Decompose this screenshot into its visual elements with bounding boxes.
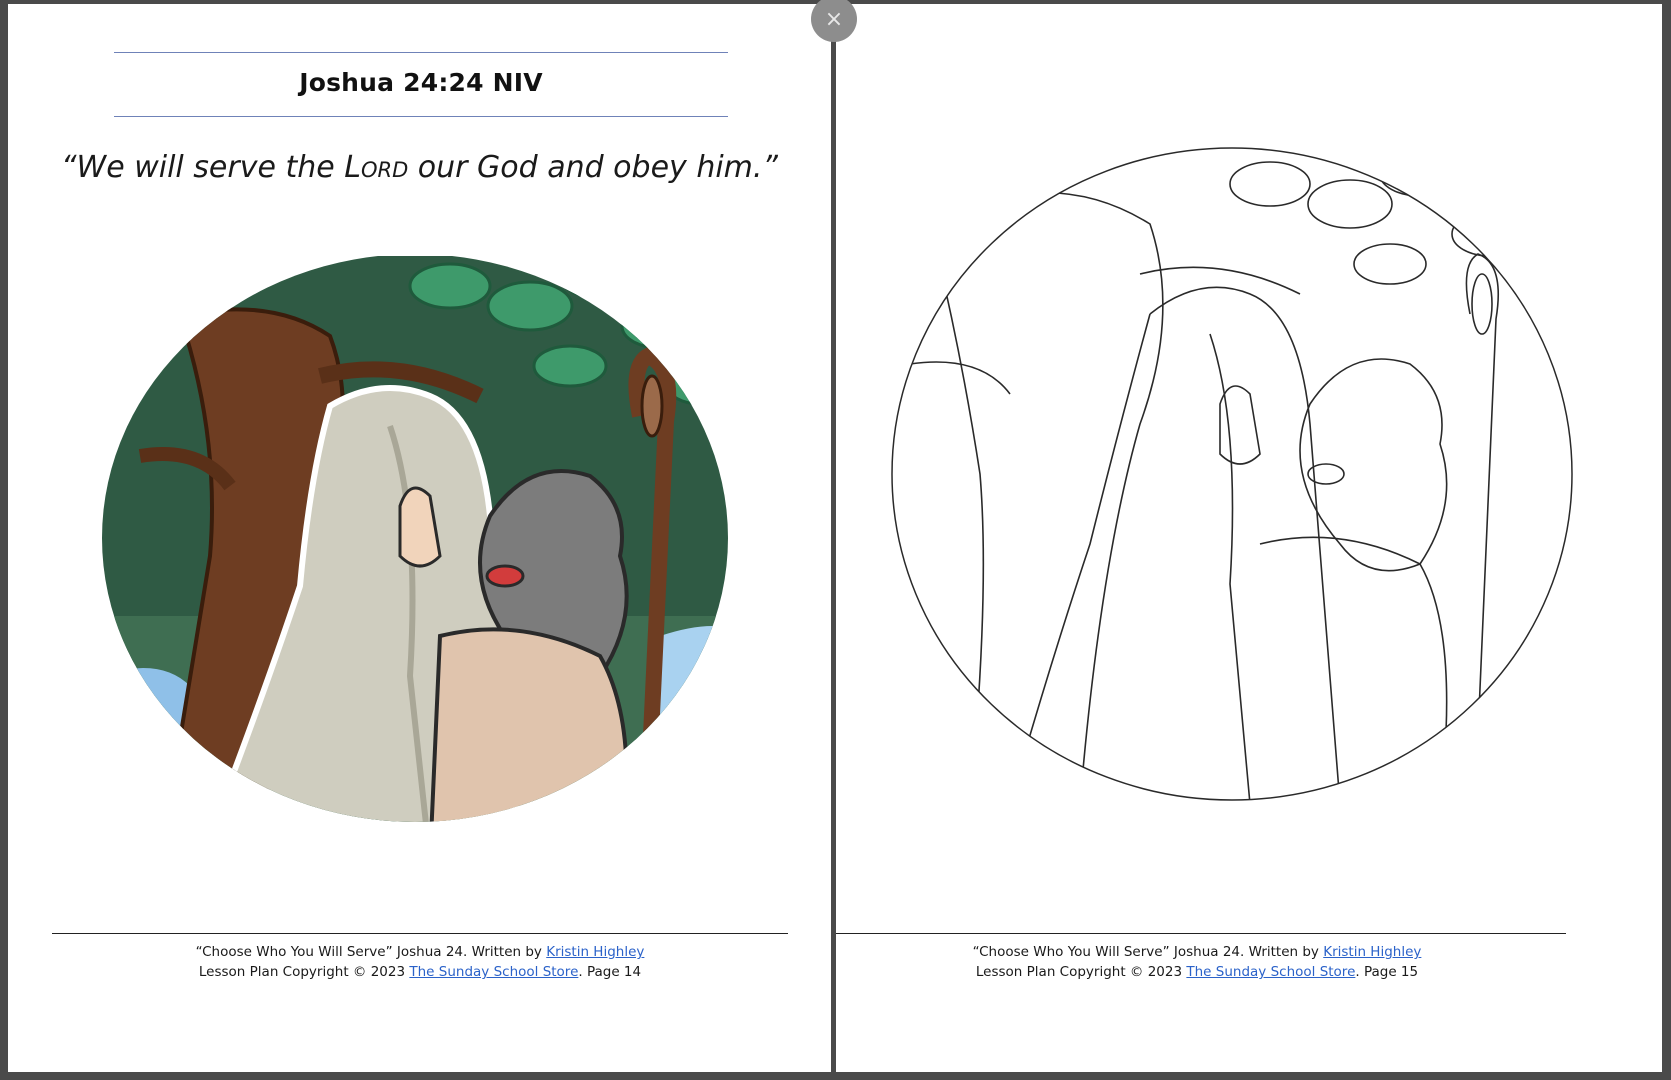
page-number: . Page 14 <box>578 964 642 980</box>
verse-quote-lord: Lord <box>344 150 409 185</box>
footer-rule-right <box>836 933 1566 934</box>
footer-copyright-text-right: Lesson Plan Copyright © 2023 <box>975 964 1187 980</box>
footer-line-2-right: Lesson Plan Copyright © 2023 The Sunday … <box>836 962 1566 982</box>
footer-rule <box>52 933 788 934</box>
title-bottom-rule <box>114 116 728 117</box>
footer-line-1: “Choose Who You Will Serve” Joshua 24. W… <box>52 942 788 962</box>
page-14: Joshua 24:24 NIV “We will serve the Lord… <box>8 4 831 1072</box>
store-link[interactable]: The Sunday School Store <box>409 964 578 980</box>
author-link-right[interactable]: Kristin Highley <box>1323 944 1421 960</box>
footer-credit-text-right: “Choose Who You Will Serve” Joshua 24. W… <box>972 944 1324 960</box>
page-15: “Choose Who You Will Serve” Joshua 24. W… <box>836 4 1662 1072</box>
page-footer: “Choose Who You Will Serve” Joshua 24. W… <box>52 942 788 982</box>
verse-quote-end: our God and obey him.” <box>408 150 778 185</box>
footer-line-1-right: “Choose Who You Will Serve” Joshua 24. W… <box>836 942 1566 962</box>
verse-quote: “We will serve the Lord our God and obey… <box>8 150 831 185</box>
document-viewer: × Joshua 24:24 NIV “We will serve the Lo… <box>0 0 1671 1080</box>
verse-reference: Joshua 24:24 NIV <box>299 68 543 97</box>
store-link-right[interactable]: The Sunday School Store <box>1186 964 1355 980</box>
footer-copyright-text: Lesson Plan Copyright © 2023 <box>198 964 410 980</box>
footer-credit-text: “Choose Who You Will Serve” Joshua 24. W… <box>195 944 547 960</box>
page-number-right: . Page 15 <box>1355 964 1419 980</box>
title-top-rule <box>114 52 728 53</box>
page-footer-right: “Choose Who You Will Serve” Joshua 24. W… <box>836 942 1566 982</box>
verse-quote-start: “We will serve the <box>61 150 345 185</box>
footer-line-2: Lesson Plan Copyright © 2023 The Sunday … <box>52 962 788 982</box>
coloring-page-illustration <box>891 147 1573 801</box>
author-link[interactable]: Kristin Highley <box>546 944 644 960</box>
color-illustration-joshua-stone <box>102 256 728 822</box>
